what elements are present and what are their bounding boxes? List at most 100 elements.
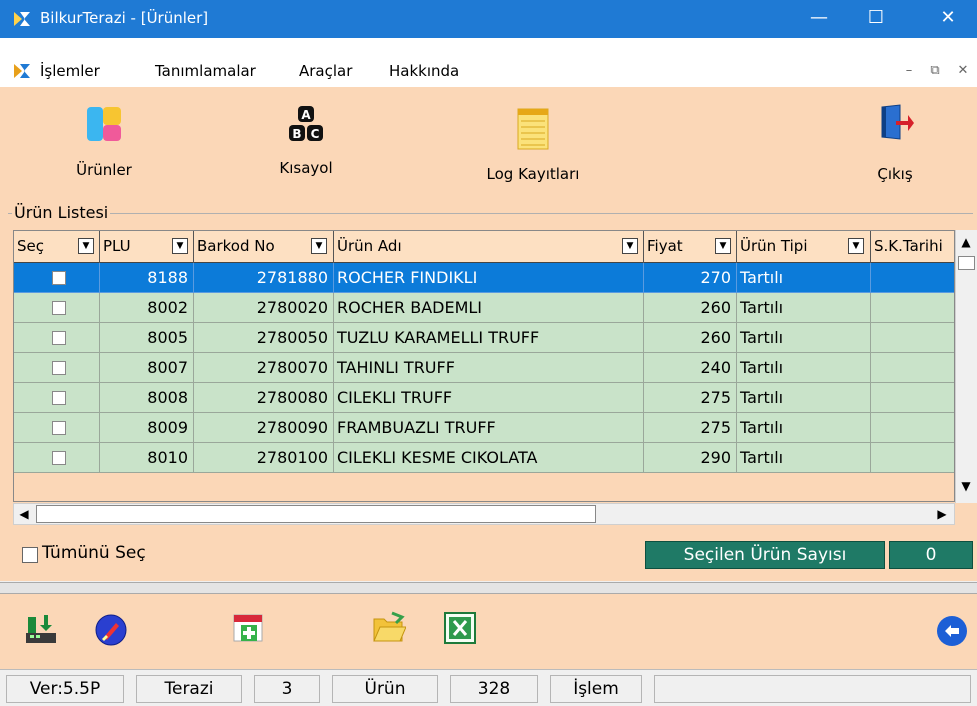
- col-barkod-label: Barkod No: [197, 237, 275, 255]
- table-row[interactable]: 8008 2780080 CILEKLI TRUFF 275 Tartılı: [14, 383, 954, 413]
- open-folder-icon[interactable]: [372, 611, 406, 645]
- cell-barcode: 2780020: [194, 293, 334, 323]
- back-arrow-icon[interactable]: [935, 614, 969, 648]
- selected-count-value: 0: [889, 541, 973, 569]
- filter-dropdown-icon[interactable]: ▼: [848, 238, 864, 254]
- shortcut-button[interactable]: A B C Kısayol: [256, 87, 356, 199]
- row-checkbox[interactable]: [52, 301, 66, 315]
- row-select-cell: [14, 293, 100, 323]
- menu-tanimlamalar[interactable]: Tanımlamalar: [155, 62, 256, 80]
- group-title: Ürün Listesi: [12, 203, 111, 222]
- cell-expiry: [871, 443, 954, 473]
- cell-type: Tartılı: [737, 353, 871, 383]
- cell-name: CILEKLI KESME CIKOLATA: [334, 443, 644, 473]
- cell-barcode: 2780050: [194, 323, 334, 353]
- filter-dropdown-icon[interactable]: ▼: [172, 238, 188, 254]
- clean-brush-icon[interactable]: [94, 613, 128, 647]
- table-row[interactable]: 8188 2781880 ROCHER FINDIKLI 270 Tartılı: [14, 263, 954, 293]
- add-calendar-icon[interactable]: [232, 611, 266, 645]
- exit-button[interactable]: Çıkış: [850, 87, 940, 199]
- cell-type: Tartılı: [737, 413, 871, 443]
- filter-dropdown-icon[interactable]: ▼: [715, 238, 731, 254]
- filter-dropdown-icon[interactable]: ▼: [78, 238, 94, 254]
- cell-name: TUZLU KARAMELLI TRUFF: [334, 323, 644, 353]
- minimize-button[interactable]: —: [795, 0, 843, 38]
- cell-name: CILEKLI TRUFF: [334, 383, 644, 413]
- mdi-minimize-button[interactable]: –: [898, 61, 920, 81]
- cell-type: Tartılı: [737, 293, 871, 323]
- row-select-cell: [14, 443, 100, 473]
- horizontal-scrollbar[interactable]: ◀ ▶: [13, 503, 955, 525]
- cell-barcode: 2780080: [194, 383, 334, 413]
- table-row[interactable]: 8002 2780020 ROCHER BADEMLI 260 Tartılı: [14, 293, 954, 323]
- scroll-up-icon[interactable]: ▲: [956, 232, 976, 252]
- logs-button[interactable]: Log Kayıtları: [460, 87, 606, 199]
- table-row[interactable]: 8009 2780090 FRAMBUAZLI TRUFF 275 Tartılı: [14, 413, 954, 443]
- row-select-cell: [14, 413, 100, 443]
- col-fiyat-label: Fiyat: [647, 237, 683, 255]
- scroll-thumb[interactable]: [958, 256, 975, 270]
- row-checkbox[interactable]: [52, 391, 66, 405]
- cell-expiry: [871, 353, 954, 383]
- scale-transfer-icon[interactable]: [24, 611, 58, 645]
- table-row[interactable]: 8007 2780070 TAHINLI TRUFF 240 Tartılı: [14, 353, 954, 383]
- cell-price: 260: [644, 323, 737, 353]
- cell-expiry: [871, 323, 954, 353]
- row-checkbox[interactable]: [52, 271, 66, 285]
- scroll-right-icon[interactable]: ▶: [932, 504, 952, 524]
- col-urun-adi[interactable]: Ürün Adı ▼: [334, 231, 644, 263]
- svg-text:C: C: [311, 127, 320, 141]
- row-checkbox[interactable]: [52, 361, 66, 375]
- status-operation-label: İşlem: [550, 675, 642, 703]
- table-row[interactable]: 8005 2780050 TUZLU KARAMELLI TRUFF 260 Tartı…: [14, 323, 954, 353]
- col-urun-adi-label: Ürün Adı: [337, 237, 402, 255]
- cell-plu: 8005: [100, 323, 194, 353]
- scroll-down-icon[interactable]: ▼: [956, 476, 976, 496]
- menu-islemler[interactable]: İşlemler: [40, 62, 100, 80]
- row-select-cell: [14, 383, 100, 413]
- title-bar: BilkurTerazi - [Ürünler] — ☐ ✕: [0, 0, 977, 38]
- cell-price: 270: [644, 263, 737, 293]
- status-scale-label: Terazi: [136, 675, 242, 703]
- col-fiyat[interactable]: Fiyat ▼: [644, 231, 737, 263]
- cell-type: Tartılı: [737, 263, 871, 293]
- select-all-box[interactable]: [22, 547, 38, 563]
- cell-barcode: 2781880: [194, 263, 334, 293]
- col-sk-tarihi-label: S.K.Tarihi: [874, 237, 943, 255]
- cell-price: 275: [644, 383, 737, 413]
- scroll-left-icon[interactable]: ◀: [14, 504, 34, 524]
- status-message-panel: [654, 675, 971, 703]
- filter-dropdown-icon[interactable]: ▼: [622, 238, 638, 254]
- notepad-icon: [517, 108, 549, 150]
- maximize-button[interactable]: ☐: [852, 0, 900, 38]
- exit-label: Çıkış: [877, 165, 913, 183]
- col-sec-label: Seç: [17, 237, 44, 255]
- excel-export-icon[interactable]: [443, 611, 477, 645]
- row-checkbox[interactable]: [52, 451, 66, 465]
- cell-price: 260: [644, 293, 737, 323]
- mdi-restore-button[interactable]: ⧉: [924, 61, 946, 81]
- close-button[interactable]: ✕: [924, 0, 972, 38]
- col-sec[interactable]: Seç ▼: [14, 231, 100, 263]
- menu-hakkinda[interactable]: Hakkında: [389, 62, 459, 80]
- col-sk-tarihi[interactable]: S.K.Tarihi: [871, 231, 954, 263]
- col-plu[interactable]: PLU ▼: [100, 231, 194, 263]
- cell-plu: 8009: [100, 413, 194, 443]
- products-button[interactable]: Ürünler: [56, 87, 152, 199]
- hscroll-thumb[interactable]: [36, 505, 596, 523]
- menu-araclar[interactable]: Araçlar: [299, 62, 352, 80]
- col-barkod[interactable]: Barkod No ▼: [194, 231, 334, 263]
- cell-expiry: [871, 413, 954, 443]
- vertical-scrollbar[interactable]: ▲ ▼: [955, 230, 977, 503]
- select-all-label: Tümünü Seç: [42, 543, 146, 563]
- filter-dropdown-icon[interactable]: ▼: [311, 238, 327, 254]
- row-checkbox[interactable]: [52, 331, 66, 345]
- table-row[interactable]: 8010 2780100 CILEKLI KESME CIKOLATA 290 Tart…: [14, 443, 954, 473]
- app-logo-icon: [12, 10, 32, 28]
- row-select-cell: [14, 353, 100, 383]
- product-grid[interactable]: Seç ▼ PLU ▼ Barkod No ▼ Ürün Adı ▼ Fiyat…: [13, 230, 955, 502]
- col-urun-tipi[interactable]: Ürün Tipi ▼: [737, 231, 871, 263]
- group-divider: [8, 213, 973, 214]
- row-checkbox[interactable]: [52, 421, 66, 435]
- mdi-close-button[interactable]: ✕: [952, 61, 974, 81]
